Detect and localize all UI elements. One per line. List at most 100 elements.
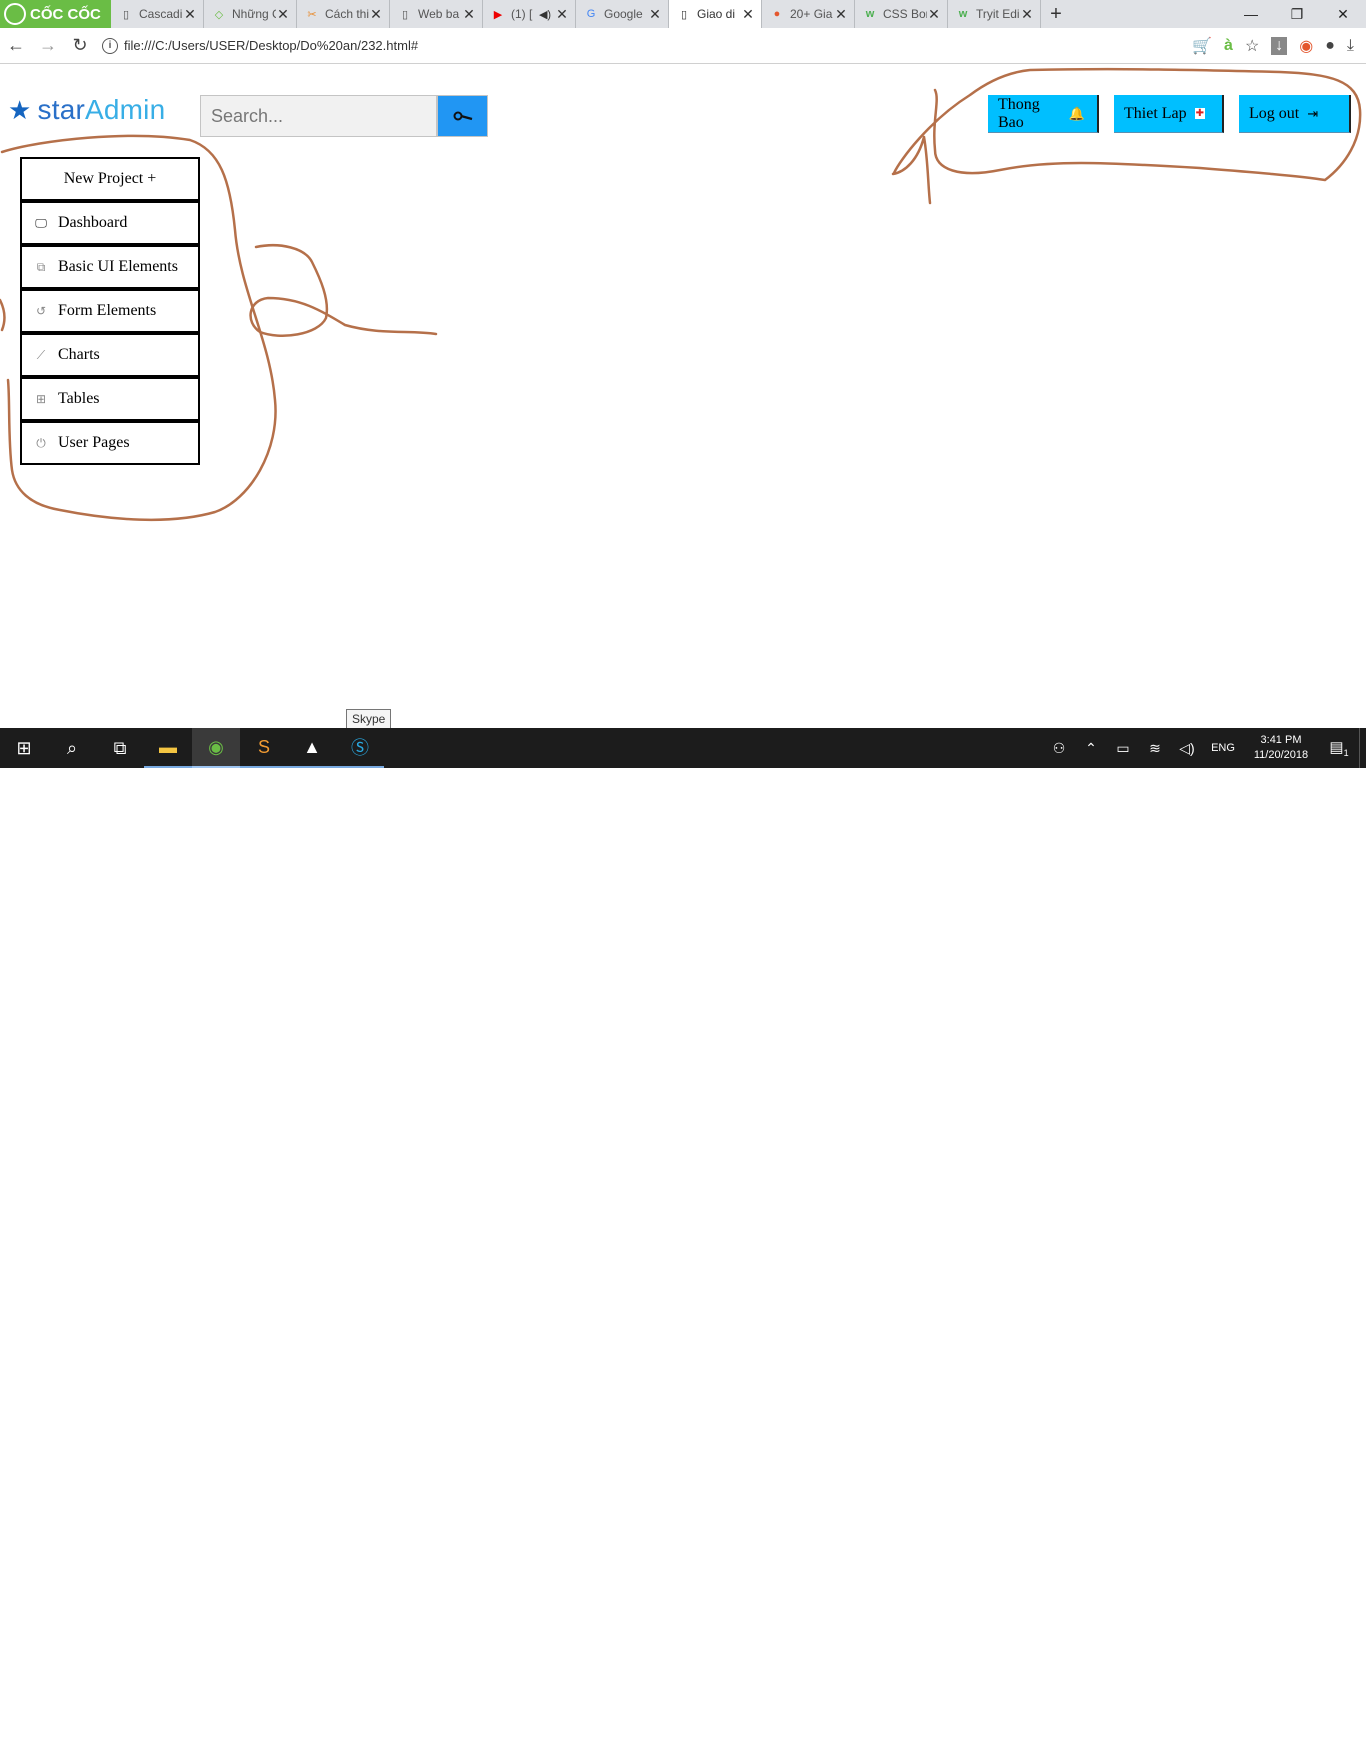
sidebar-item-tables[interactable]: ⊞ Tables	[20, 377, 200, 421]
sidebar-arrow-stroke	[249, 244, 438, 337]
minimize-icon[interactable]: —	[1228, 0, 1274, 28]
logo-text-star: star	[37, 94, 85, 125]
page-icon: ▯	[122, 8, 130, 21]
tab-css-bor[interactable]: w CSS Bor ✕	[855, 0, 948, 28]
site-icon: ●	[773, 8, 781, 20]
photos-icon[interactable]: ▲	[288, 728, 336, 768]
back-icon[interactable]: ←	[0, 35, 32, 56]
close-icon[interactable]: ✕	[741, 6, 755, 23]
header-actions: Thong Bao 🔔 Thiet Lap ✚ Log out ⇥	[988, 95, 1351, 133]
close-icon[interactable]: ✕	[648, 6, 662, 23]
search-form	[200, 95, 488, 137]
people-icon[interactable]: ⚇	[1043, 740, 1075, 757]
chevron-up-icon[interactable]: ⌃	[1075, 740, 1107, 757]
browser-brand-logo[interactable]: CỐC CỐC	[0, 0, 111, 28]
search-input[interactable]	[200, 95, 437, 137]
settings-button[interactable]: Thiet Lap ✚	[1114, 95, 1224, 133]
w3schools-icon: w	[865, 8, 875, 20]
sidebar-item-user-pages[interactable]: ⏻ User Pages	[20, 421, 200, 465]
tab-title: Cách thi	[325, 7, 369, 21]
sidebar-item-dashboard[interactable]: 🖵 Dashboard	[20, 201, 200, 245]
system-tray: ⚇ ⌃ ▭ ≋ ◁) ENG 3:41 PM 11/20/2018 ▤1	[1043, 728, 1366, 768]
clock[interactable]: 3:41 PM 11/20/2018	[1243, 733, 1319, 763]
wifi-icon[interactable]: ≋	[1139, 740, 1171, 757]
buttons-arrow-stroke	[891, 135, 932, 205]
sublime-text-icon[interactable]: S	[240, 728, 288, 768]
windows-start-icon[interactable]: ⊞	[0, 728, 48, 768]
google-translate-icon: G	[586, 8, 596, 20]
url-text[interactable]: file:///C:/Users/USER/Desktop/Do%20an/23…	[124, 38, 418, 53]
window-controls: — ❐ ✕	[1228, 0, 1366, 28]
sidebar-item-form-elements[interactable]: ↺ Form Elements	[20, 289, 200, 333]
show-desktop-button[interactable]	[1359, 728, 1366, 768]
browser-tab-strip: CỐC CỐC ▯ Cascadi ✕ ◇ Những C ✕ ✂ Cách t…	[0, 0, 1366, 28]
chart-icon: ⟋	[36, 347, 46, 362]
tab-title: Web ba	[418, 7, 460, 21]
tab-giao-dien[interactable]: ▯ Giao di ✕	[669, 0, 762, 28]
audio-icon[interactable]: ◀)	[535, 8, 555, 21]
close-icon[interactable]: ✕	[369, 6, 383, 23]
info-icon[interactable]: i	[102, 37, 118, 54]
sidebar-item-basic-ui[interactable]: ⧉ Basic UI Elements	[20, 245, 200, 289]
skype-icon[interactable]: Ⓢ	[336, 728, 384, 768]
sidebar-item-charts[interactable]: ⟋ Charts	[20, 333, 200, 377]
tab-tryit[interactable]: w Tryit Edi ✕	[948, 0, 1041, 28]
coccoc-logo-icon	[4, 3, 26, 25]
bell-icon: 🔔	[1068, 105, 1085, 121]
close-icon[interactable]: ✕	[276, 6, 290, 23]
forward-icon[interactable]: →	[32, 35, 64, 56]
new-project-label: New Project +	[63, 170, 157, 187]
staradmin-logo[interactable]: ★ star Admin	[8, 94, 165, 126]
tab-title: (1) [	[511, 7, 533, 21]
toolbar-actions: 🛒 à ☆ ↓ ◉ ● ⤓	[1192, 36, 1366, 56]
tab-title: Tryit Edi	[976, 7, 1020, 21]
battery-icon[interactable]: ▭	[1107, 740, 1139, 757]
search-icon[interactable]: ⌕	[48, 728, 96, 768]
tab-title: 20+ Gia	[790, 7, 833, 21]
close-icon[interactable]: ✕	[555, 6, 569, 23]
cart-icon[interactable]: 🛒	[1192, 36, 1212, 56]
logout-icon: ⇥	[1307, 105, 1319, 121]
tab-20-gia[interactable]: ● 20+ Gia ✕	[762, 0, 855, 28]
restore-icon[interactable]: ❐	[1274, 0, 1320, 28]
tab-cascading[interactable]: ▯ Cascadi ✕	[111, 0, 204, 28]
downloads-icon[interactable]: ⤓	[1347, 37, 1354, 55]
sidebar-item-label: Basic UI Elements	[58, 258, 178, 275]
new-project-button[interactable]: New Project +	[20, 157, 200, 201]
new-tab-button[interactable]: +	[1041, 0, 1071, 28]
close-icon[interactable]: ✕	[462, 6, 476, 23]
volume-icon[interactable]: ◁)	[1171, 740, 1203, 757]
close-icon[interactable]: ✕	[183, 6, 197, 23]
extension-icon[interactable]: ◉	[1299, 36, 1313, 56]
address-bar[interactable]: i file:///C:/Users/USER/Desktop/Do%20an/…	[102, 37, 1102, 54]
tab-youtube[interactable]: ▶ (1) [ ◀) ✕	[483, 0, 576, 28]
addr-extra-icon[interactable]: à	[1224, 37, 1233, 55]
tab-cach-thi[interactable]: ✂ Cách thi ✕	[297, 0, 390, 28]
close-icon[interactable]: ✕	[834, 6, 848, 23]
tab-google[interactable]: G Google ✕	[576, 0, 669, 28]
close-icon[interactable]: ✕	[1020, 6, 1034, 23]
page-icon: ▯	[680, 8, 688, 21]
file-explorer-icon[interactable]: ▬	[144, 728, 192, 768]
search-button[interactable]	[437, 95, 488, 137]
tab-web-ba[interactable]: ▯ Web ba ✕	[390, 0, 483, 28]
bookmark-star-icon[interactable]: ☆	[1245, 36, 1259, 56]
close-icon[interactable]: ✕	[927, 6, 941, 23]
task-view-icon[interactable]: ⧉	[96, 728, 144, 768]
logo-text-admin: Admin	[85, 94, 166, 125]
sidebar-item-label: User Pages	[58, 434, 130, 451]
page-icon: ▯	[401, 8, 409, 21]
settings-icon: ✚	[1194, 108, 1206, 119]
coccoc-browser-icon[interactable]: ◉	[192, 728, 240, 768]
language-indicator[interactable]: ENG	[1203, 742, 1243, 754]
site-icon: ✂	[307, 8, 317, 21]
download-arrow-icon[interactable]: ↓	[1271, 36, 1288, 55]
logout-button[interactable]: Log out ⇥	[1239, 95, 1351, 133]
diamond-icon: ◇	[214, 8, 224, 21]
tab-nhung[interactable]: ◇ Những C ✕	[204, 0, 297, 28]
notifications-button[interactable]: Thong Bao 🔔	[988, 95, 1099, 133]
close-window-icon[interactable]: ✕	[1320, 0, 1366, 28]
action-center-icon[interactable]: ▤1	[1319, 738, 1359, 758]
profile-icon[interactable]: ●	[1325, 37, 1335, 55]
reload-icon[interactable]: ↻	[64, 35, 96, 56]
